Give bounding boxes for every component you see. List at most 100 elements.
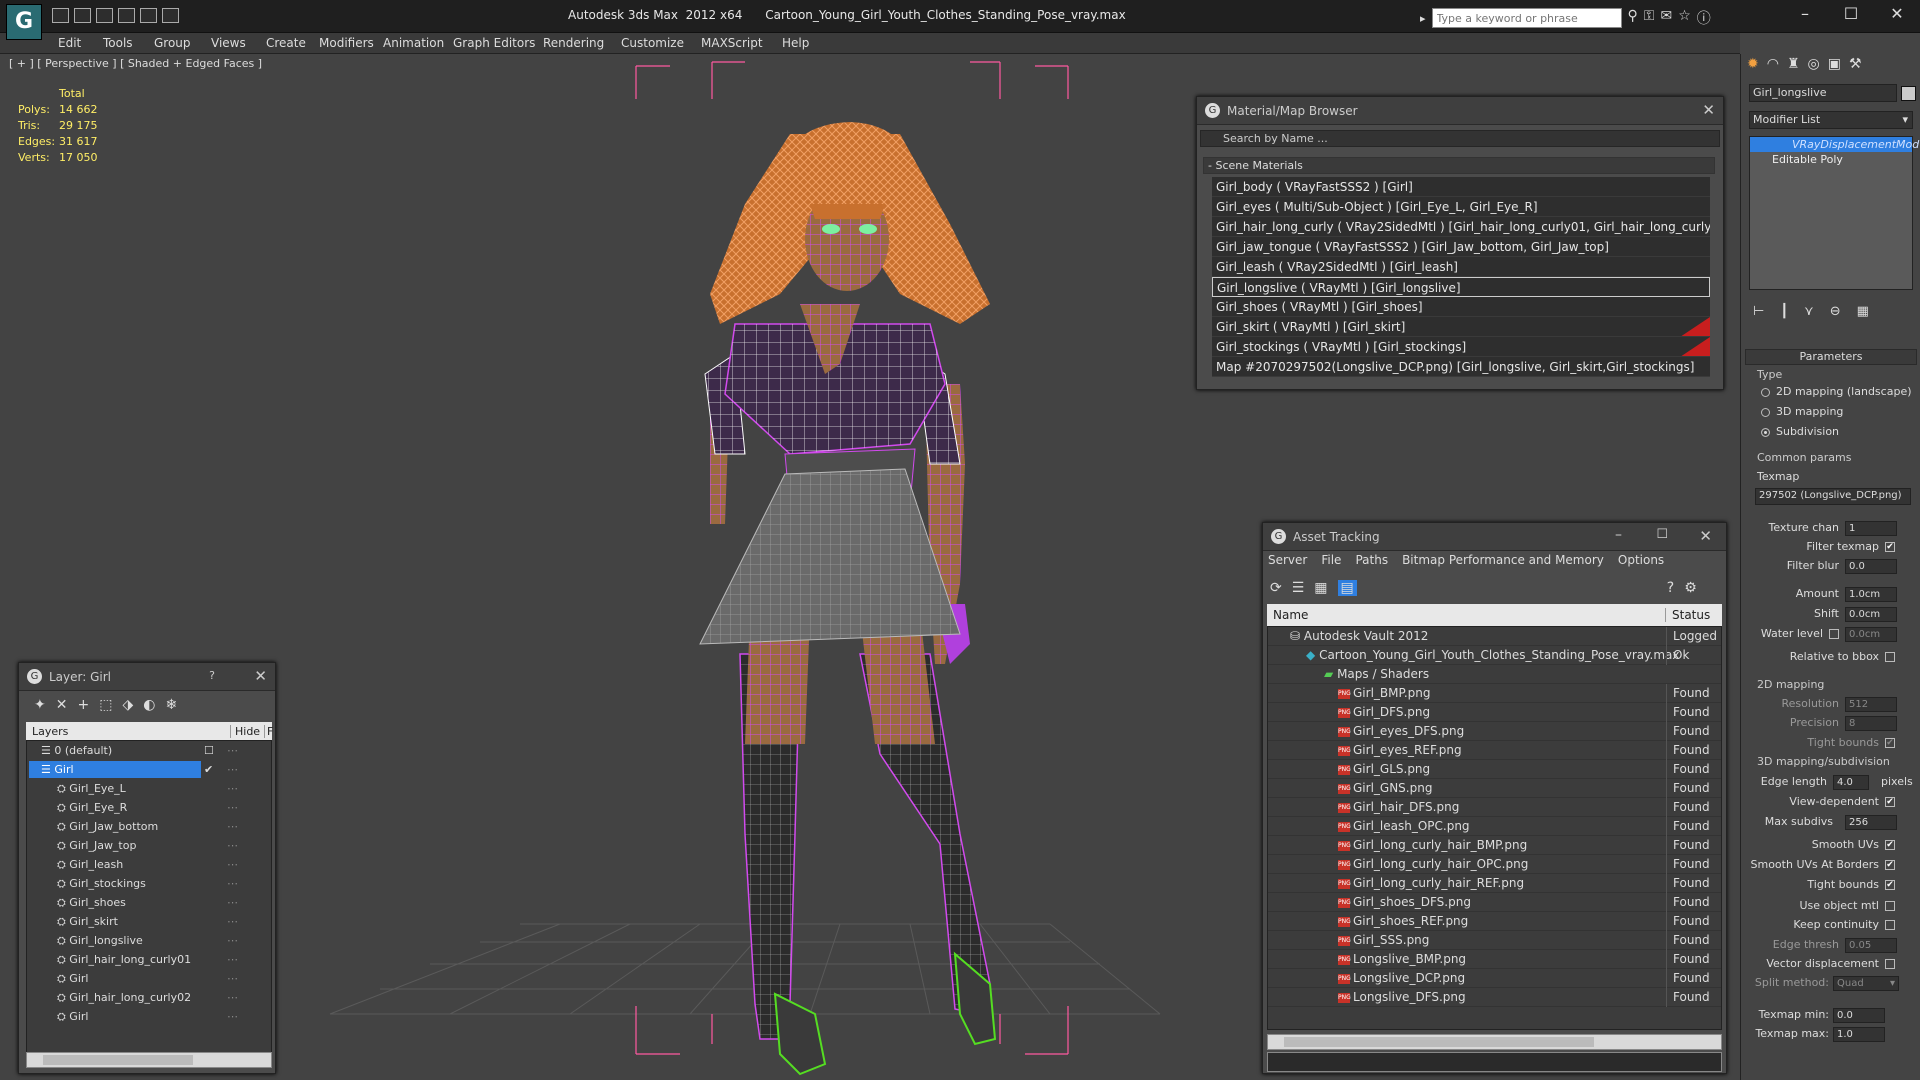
redo-icon[interactable]	[140, 8, 157, 23]
menu-create[interactable]: Create	[266, 36, 306, 50]
modify-tab-icon[interactable]: ◠	[1767, 56, 1779, 72]
hide-toggle-icon[interactable]: ⋯	[227, 1007, 238, 1026]
close-icon[interactable]: ✕	[1699, 527, 1712, 545]
relative-bbox-checkbox[interactable]	[1885, 652, 1895, 662]
menu-animation[interactable]: Animation	[383, 36, 444, 50]
utilities-tab-icon[interactable]: ⚒	[1849, 56, 1862, 72]
table-row[interactable]: ☰ 0 (default) ☐ ⋯	[27, 741, 271, 760]
layer-panel-header[interactable]: G Layer: Girl ? ✕	[19, 663, 275, 691]
menu-views[interactable]: Views	[211, 36, 246, 50]
list-item-selected[interactable]: Girl_longslive ( VRayMtl ) [Girl_longsli…	[1212, 277, 1710, 297]
minimize-icon[interactable]: –	[1615, 527, 1622, 543]
list-item[interactable]: Girl_leash ( VRay2SidedMtl ) [Girl_leash…	[1212, 257, 1710, 277]
menu-customize[interactable]: Customize	[621, 36, 684, 50]
create-layer-icon[interactable]: ✦	[34, 697, 46, 713]
hide-toggle-icon[interactable]: ⋯	[227, 950, 238, 969]
table-row[interactable]: PNG Longslive_BMP.png Found	[1268, 950, 1721, 969]
table-row[interactable]: ⛭ Girl_Jaw_bottom ⋯	[27, 817, 271, 836]
menu-graph-editors[interactable]: Graph Editors	[453, 36, 535, 50]
hide-toggle-icon[interactable]: ⋯	[227, 893, 238, 912]
col-hide[interactable]: Hide	[230, 725, 260, 738]
table-row[interactable]: ⛁ Autodesk Vault 2012 Logged Out	[1268, 627, 1721, 646]
menu-file[interactable]: File	[1321, 553, 1341, 567]
col-freeze[interactable]: F	[264, 725, 273, 738]
stack-item-editable-poly[interactable]: Editable Poly	[1750, 152, 1912, 167]
minimize-icon[interactable]: –	[1782, 0, 1828, 30]
table-row[interactable]: PNG Girl_shoes_REF.png Found	[1268, 912, 1721, 931]
keyword-search-input[interactable]	[1431, 8, 1622, 28]
list-item[interactable]: Girl_stockings ( VRayMtl ) [Girl_stockin…	[1212, 337, 1710, 357]
table-row[interactable]: PNG Girl_long_curly_hair_OPC.png Found	[1268, 855, 1721, 874]
maximize-icon[interactable]: ☐	[1828, 0, 1874, 30]
table-row[interactable]: ▰ Maps / Shaders	[1268, 665, 1721, 684]
hide-toggle-icon[interactable]: ⋯	[227, 912, 238, 931]
hide-toggle-icon[interactable]: ⋯	[227, 817, 238, 836]
edge-length-spinner[interactable]: 4.0	[1833, 775, 1869, 790]
table-row[interactable]: ⛭ Girl_leash ⋯	[27, 855, 271, 874]
save-file-icon[interactable]	[74, 8, 91, 23]
scrollbar-thumb[interactable]	[1284, 1037, 1594, 1047]
binoculars-icon[interactable]: ⚲	[1628, 8, 1638, 28]
table-row[interactable]: ⛭ Girl_skirt ⋯	[27, 912, 271, 931]
stack-item-vray-displacement[interactable]: VRayDisplacementMod	[1750, 137, 1919, 152]
table-row[interactable]: PNG Girl_GLS.png Found	[1268, 760, 1721, 779]
table-row[interactable]: ⛭ Girl_Eye_L ⋯	[27, 779, 271, 798]
split-method-dropdown[interactable]: Quad ▾	[1833, 976, 1899, 991]
menu-maxscript[interactable]: MAXScript	[701, 36, 763, 50]
modifier-list-dropdown[interactable]: Modifier List ▾	[1749, 111, 1913, 129]
motion-tab-icon[interactable]: ◎	[1808, 56, 1820, 72]
menu-bitmap-performance[interactable]: Bitmap Performance and Memory	[1402, 553, 1604, 567]
view-dependent-checkbox[interactable]: ✔	[1885, 797, 1895, 807]
max-subdivs-spinner[interactable]: 256	[1845, 815, 1897, 830]
table-row[interactable]: PNG Girl_DFS.png Found	[1268, 703, 1721, 722]
use-object-mtl-checkbox[interactable]	[1885, 901, 1895, 911]
table-row[interactable]: PNG Girl_GNS.png Found	[1268, 779, 1721, 798]
table-row[interactable]: ⛭ Girl_Eye_R ⋯	[27, 798, 271, 817]
col-name[interactable]: Name	[1273, 608, 1308, 622]
current-layer-box-icon[interactable]: ☐	[204, 741, 214, 760]
asset-path-field[interactable]	[1267, 1052, 1722, 1072]
pin-stack-icon[interactable]: ⊢	[1753, 304, 1764, 319]
col-status[interactable]: Status	[1665, 608, 1710, 622]
app-logo-icon[interactable]: G	[6, 4, 42, 40]
hide-toggle-icon[interactable]: ⋯	[227, 988, 238, 1007]
texture-chan-spinner[interactable]: 1	[1845, 521, 1897, 536]
menu-edit[interactable]: Edit	[58, 36, 81, 50]
list-item[interactable]: Girl_hair_long_curly ( VRay2SidedMtl ) […	[1212, 217, 1710, 237]
object-name-field[interactable]: Girl_longslive	[1749, 84, 1897, 102]
texmap-min-spinner[interactable]: 0.0	[1833, 1008, 1885, 1023]
menu-rendering[interactable]: Rendering	[543, 36, 604, 50]
hierarchy-tab-icon[interactable]: ♜	[1787, 56, 1800, 72]
expand-arrow-icon[interactable]: ▸	[1420, 12, 1426, 25]
hide-toggle-icon[interactable]: ⋯	[227, 741, 238, 760]
maximize-icon[interactable]: ☐	[1656, 527, 1668, 542]
smooth-uvs-checkbox[interactable]: ✔	[1885, 840, 1895, 850]
material-browser-header[interactable]: G Material/Map Browser ✕	[1197, 97, 1723, 125]
table-row[interactable]: ⛭ Girl_Jaw_top ⋯	[27, 836, 271, 855]
hide-toggle-icon[interactable]: ⋯	[227, 855, 238, 874]
table-row[interactable]: PNG Girl_long_curly_hair_REF.png Found	[1268, 874, 1721, 893]
scrollbar-thumb[interactable]	[43, 1055, 193, 1065]
amount-spinner[interactable]: 1.0cm	[1845, 587, 1897, 602]
refresh-icon[interactable]: ⟳	[1270, 580, 1282, 596]
table-row[interactable]: PNG Longslive_DCP.png Found	[1268, 969, 1721, 988]
table-row[interactable]: ⛭ Girl_hair_long_curly01 ⋯	[27, 950, 271, 969]
table-row-selected[interactable]: ☰ Girl ✔ ⋯	[27, 760, 271, 779]
table-row[interactable]: PNG Girl_BMP.png Found	[1268, 684, 1721, 703]
menu-server[interactable]: Server	[1268, 553, 1307, 567]
filter-blur-spinner[interactable]: 0.0	[1845, 559, 1897, 574]
help-icon[interactable]: ⓘ	[1697, 8, 1711, 28]
remove-modifier-icon[interactable]: ⊖	[1830, 304, 1841, 319]
list-item[interactable]: Girl_body ( VRayFastSSS2 ) [Girl]	[1212, 177, 1710, 197]
project-folder-icon[interactable]	[162, 8, 179, 23]
layers-horizontal-scrollbar[interactable]	[26, 1052, 272, 1068]
list-item[interactable]: Girl_shoes ( VRayMtl ) [Girl_shoes]	[1212, 297, 1710, 317]
hide-toggle-icon[interactable]: ⋯	[227, 760, 238, 779]
water-level-spinner[interactable]: 0.0cm	[1845, 627, 1897, 642]
tight-bounds-3d-checkbox[interactable]: ✔	[1885, 880, 1895, 890]
table-row[interactable]: PNG Girl_eyes_DFS.png Found	[1268, 722, 1721, 741]
texmap-button[interactable]: 297502 (Longslive_DCP.png)	[1755, 488, 1911, 505]
radio-2d-mapping[interactable]: 2D mapping (landscape)	[1761, 385, 1912, 398]
material-search-input[interactable]: Search by Name ...	[1200, 130, 1720, 147]
table-row[interactable]: ⛭ Girl ⋯	[27, 1007, 271, 1026]
